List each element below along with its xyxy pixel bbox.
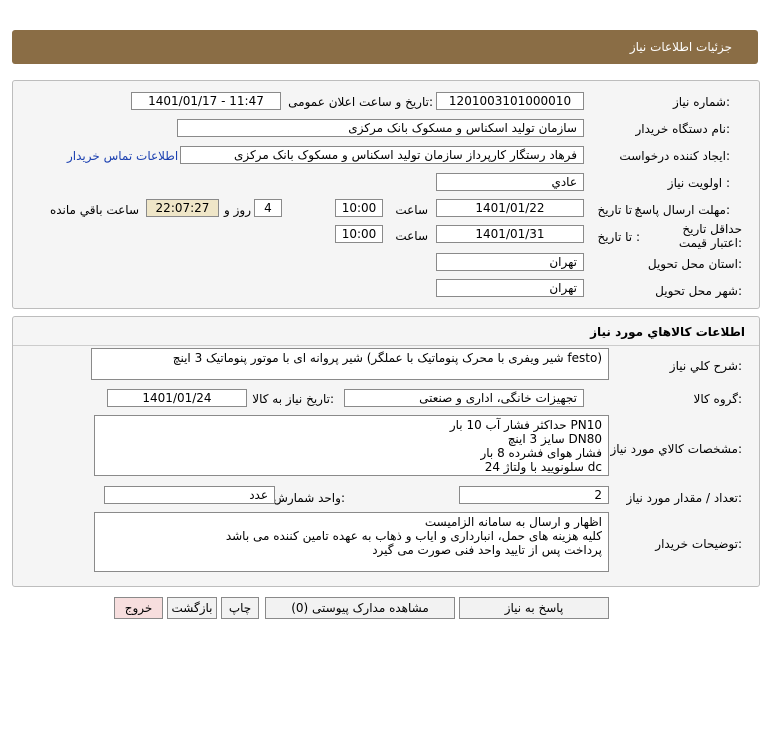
validity-date-field: 1401/01/31 [436,225,584,243]
deadline-to-date-label: تا تاریخ : [597,203,640,217]
note-line: کلیه هزینه های حمل، انبارداری و ایاب و ذ… [225,529,602,543]
buyer-org-field: سازمان تولید اسکناس و مسکوک بانک مرکزی [177,119,584,137]
validity-time-field: 10:00 [335,225,383,243]
validity-time-label: ساعت [395,229,428,243]
specs-label: مشخصات کالاي مورد نياز: [610,442,742,456]
reply-button[interactable]: پاسخ به نیاز [459,597,609,619]
creator-field: فرهاد رستگار کارپرداز سازمان تولید اسکنا… [180,146,584,164]
quantity-label: تعداد / مقدار مورد نیاز: [626,491,742,505]
deadline-time-label: ساعت [395,203,428,217]
province-field: تهران [436,253,584,271]
validity-to-date-label: تا تاریخ : [597,230,640,244]
goods-group-label: گروه کالا: [693,392,743,406]
need-info-panel [12,80,760,309]
page-header: جزئیات اطلاعات نیاز [12,30,758,64]
need-number-field: 1201003101000010 [436,92,584,110]
unit-label: واحد شمارش: [273,491,345,505]
spec-line: سایز 3 اینچ DN80 [507,432,602,446]
goods-section-divider [13,345,759,346]
note-line: اظهار و ارسال به سامانه الزامیست [424,515,602,529]
goods-section-title: اطلاعات کالاهاي مورد نياز [590,325,745,339]
announce-label: تاریخ و ساعت اعلان عمومی: [288,95,433,109]
need-date-label: تاریخ نیاز به کالا: [252,392,334,406]
specs-field: حداکثر فشار آب 10 بار PN10 سایز 3 اینچ D… [94,415,609,476]
spec-line: حداکثر فشار آب 10 بار PN10 [449,418,602,432]
city-label: شهر محل تحویل: [655,284,742,298]
spec-line: فشار هوای فشرده 8 بار [480,446,602,460]
creator-label: ایجاد کننده درخواست: [619,149,730,163]
buyer-org-label: نام دستگاه خریدار: [635,122,731,136]
priority-label: اولویت نیاز : [667,176,730,190]
view-attachments-button[interactable]: مشاهده مدارک پیوستی (0) [265,597,455,619]
buyer-notes-label: توضیحات خریدار: [655,537,742,551]
need-number-label: شماره نیاز: [672,95,730,109]
page-title: جزئیات اطلاعات نیاز [629,40,732,54]
need-date-field: 1401/01/24 [107,389,247,407]
unit-field: عدد [104,486,275,504]
general-desc-field: شیر پروانه ای با موتور پنوماتیک 3 اینچ (… [91,348,609,380]
city-field: تهران [436,279,584,297]
general-desc-label: شرح کلي نياز: [669,359,742,373]
days-label: روز و [224,203,251,217]
remaining-label: ساعت باقي مانده [49,203,139,217]
remaining-time-field: 22:07:27 [146,199,219,217]
deadline-label: مهلت ارسال پاسخ: [634,203,730,217]
deadline-date-field: 1401/01/22 [436,199,584,217]
validity-label: حداقل تاریخ اعتبار قیمت: [678,222,742,250]
buyer-contact-link[interactable]: اطلاعات تماس خریدار [67,149,178,163]
back-button[interactable]: بازگشت [167,597,217,619]
note-line: پرداخت پس از تایید واحد فنی صورت می گیرد [372,543,602,557]
print-button[interactable]: چاپ [221,597,259,619]
deadline-time-field: 10:00 [335,199,383,217]
exit-button[interactable]: خروج [114,597,163,619]
priority-field: عادي [436,173,584,191]
announce-field: 1401/01/17 - 11:47 [131,92,281,110]
goods-group-field: تجهیزات خانگی، اداری و صنعتی [344,389,584,407]
province-label: استان محل تحویل: [647,257,742,271]
spec-line: سلونویید با ولتاژ 24 dc [484,460,602,474]
buyer-notes-field: اظهار و ارسال به سامانه الزامیست کلیه هز… [94,512,609,572]
quantity-field: 2 [459,486,609,504]
days-remaining-field: 4 [254,199,282,217]
